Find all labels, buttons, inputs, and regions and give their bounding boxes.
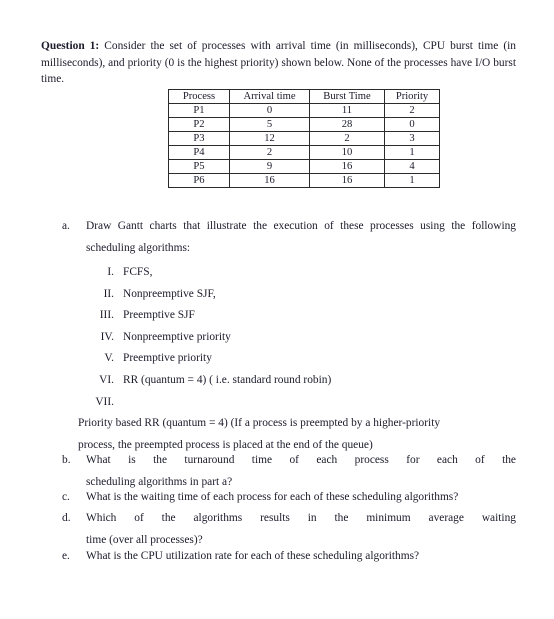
part-e-marker: e. — [62, 550, 70, 562]
cell-priority: 1 — [384, 173, 440, 188]
cell-arrival: 5 — [229, 117, 310, 132]
cell-process: P5 — [168, 159, 230, 174]
table-row: P4 2 10 1 — [168, 145, 440, 160]
table-header-row: Process Arrival time Burst Time Priority — [168, 89, 440, 104]
cell-burst: 2 — [309, 131, 385, 146]
table-row: P2 5 28 0 — [168, 117, 440, 132]
question-part-c: c. What is the waiting time of each proc… — [62, 487, 516, 509]
cell-priority: 0 — [384, 117, 440, 132]
algorithm-item-nonpreemptive-priority: IV. Nonpreemptive priority — [78, 327, 518, 349]
part-c-line1: What is the waiting time of each process… — [86, 491, 459, 503]
cell-arrival: 9 — [229, 159, 310, 174]
algorithm-item-priority-round-robin: VII. Priority based RR (quantum = 4) (If… — [78, 392, 518, 457]
column-header-process: Process — [168, 89, 230, 104]
cell-burst: 11 — [309, 103, 385, 118]
algorithm-label: RR (quantum = 4) ( i.e. standard round r… — [123, 373, 332, 386]
cell-burst: 10 — [309, 145, 385, 160]
part-a-line1: Draw Gantt charts that illustrate the ex… — [86, 220, 516, 232]
process-table-container: Process Arrival time Burst Time Priority… — [168, 89, 440, 188]
algorithm-label: Preemptive priority — [123, 352, 212, 365]
algorithm-item-fcfs: I. FCFS, — [78, 262, 518, 284]
cell-process: P1 — [168, 103, 230, 118]
table-row: P6 16 16 1 — [168, 173, 440, 188]
algorithm-numeral: VII. — [95, 395, 114, 408]
cell-process: P6 — [168, 173, 230, 188]
column-header-priority: Priority — [384, 89, 440, 104]
part-b-line1: What is the turnaround time of each proc… — [86, 454, 516, 466]
part-d-line1: Which of the algorithms results in the m… — [86, 512, 516, 524]
algorithm-item-preemptive-sjf: III. Preemptive SJF — [78, 305, 518, 327]
question-part-e: e. What is the CPU utilization rate for … — [62, 546, 516, 568]
document-page: Question 1: Consider the set of processe… — [0, 0, 554, 619]
cell-arrival: 12 — [229, 131, 310, 146]
cell-priority: 3 — [384, 131, 440, 146]
table-row: P1 0 11 2 — [168, 103, 440, 118]
algorithm-numeral: I. — [107, 266, 114, 278]
cell-priority: 2 — [384, 103, 440, 118]
table-row: P5 9 16 4 — [168, 159, 440, 174]
question-part-d: d. Which of the algorithms results in th… — [62, 508, 516, 551]
part-d-marker: d. — [62, 512, 71, 524]
algorithm-numeral: II. — [103, 287, 114, 300]
algorithm-label: Preemptive SJF — [123, 309, 195, 322]
cell-priority: 1 — [384, 145, 440, 160]
part-d-body: Which of the algorithms results in the m… — [86, 508, 516, 551]
algorithm-item-nonpreemptive-sjf: II. Nonpreemptive SJF, — [78, 284, 518, 306]
cell-priority: 4 — [384, 159, 440, 174]
algorithm-label: Nonpreemptive priority — [123, 330, 231, 343]
algorithm-numeral: VI. — [99, 373, 114, 386]
algorithm-label: Nonpreemptive SJF, — [123, 287, 216, 300]
cell-arrival: 2 — [229, 145, 310, 160]
question-intro-text: Consider the set of processes with arriv… — [41, 40, 516, 86]
process-table: Process Arrival time Burst Time Priority… — [168, 89, 440, 188]
part-c-body: What is the waiting time of each process… — [86, 487, 516, 509]
cell-burst: 16 — [309, 159, 385, 174]
question-label: Question 1: — [41, 40, 100, 53]
cell-process: P2 — [168, 117, 230, 132]
cell-process: P3 — [168, 131, 230, 146]
algorithm-numeral: V. — [104, 352, 114, 365]
cell-process: P4 — [168, 145, 230, 160]
algorithm-list: I. FCFS, II. Nonpreemptive SJF, III. Pre… — [78, 262, 518, 456]
part-a-body: Draw Gantt charts that illustrate the ex… — [86, 216, 516, 259]
cell-burst: 16 — [309, 173, 385, 188]
part-a-marker: a. — [62, 220, 70, 232]
algorithm-numeral: IV. — [100, 330, 114, 343]
algorithm-label: Priority based RR (quantum = 4) (If a pr… — [78, 417, 441, 430]
part-c-marker: c. — [62, 491, 70, 503]
table-row: P3 12 2 3 — [168, 131, 440, 146]
cell-arrival: 0 — [229, 103, 310, 118]
column-header-arrival: Arrival time — [229, 89, 310, 104]
part-b-marker: b. — [62, 454, 71, 466]
part-e-line1: What is the CPU utilization rate for eac… — [86, 550, 420, 562]
question-part-a: a. Draw Gantt charts that illustrate the… — [62, 216, 516, 259]
part-a-line2: scheduling algorithms: — [86, 241, 191, 254]
cell-burst: 28 — [309, 117, 385, 132]
cell-arrival: 16 — [229, 173, 310, 188]
column-header-burst: Burst Time — [309, 89, 385, 104]
algorithm-item-round-robin: VI. RR (quantum = 4) ( i.e. standard rou… — [78, 370, 518, 392]
part-e-body: What is the CPU utilization rate for eac… — [86, 546, 516, 568]
question-intro-paragraph: Question 1: Consider the set of processe… — [41, 38, 516, 87]
algorithm-label: FCFS, — [123, 266, 153, 278]
algorithm-item-preemptive-priority: V. Preemptive priority — [78, 348, 518, 370]
algorithm-numeral: III. — [99, 309, 114, 322]
